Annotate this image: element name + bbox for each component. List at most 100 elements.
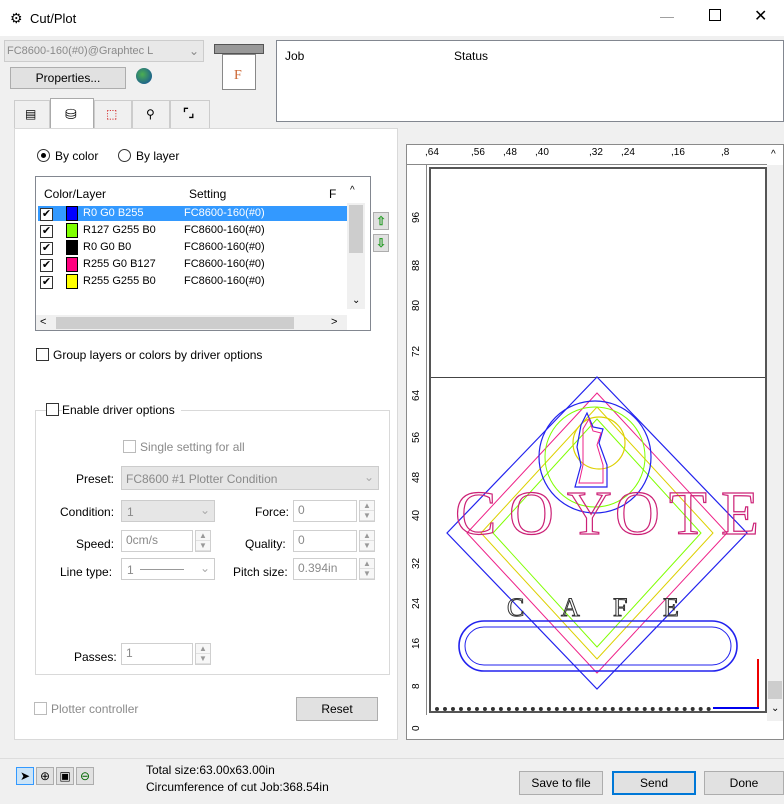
linetype-label: Line type: bbox=[60, 565, 113, 579]
zoom-icon: ⊕ bbox=[39, 769, 51, 783]
list-item[interactable]: ✔ R127 G255 B0 FC8600-160(#0) bbox=[38, 223, 347, 238]
enable-driver-label: Enable driver options bbox=[62, 403, 181, 417]
close-icon[interactable]: ✕ bbox=[754, 6, 767, 26]
move-down-icon: ⇩ bbox=[375, 236, 387, 250]
logo-letter: C bbox=[454, 479, 497, 548]
row-checkbox[interactable]: ✔ bbox=[40, 259, 53, 272]
vertical-scrollbar[interactable]: ⌄ bbox=[347, 203, 365, 309]
bottom-dotted-edge bbox=[435, 707, 711, 711]
tab-frame[interactable]: ⌜⌟ bbox=[170, 100, 210, 128]
circumference-text: Circumference of cut Job:368.54in bbox=[146, 780, 329, 794]
fit-tool-button[interactable]: ▣ bbox=[56, 767, 74, 785]
scroll-up-icon[interactable]: ^ bbox=[350, 185, 355, 196]
scroll-right-icon[interactable]: > bbox=[331, 316, 337, 328]
pointer-tool-button[interactable]: ➤ bbox=[16, 767, 34, 785]
list-item[interactable]: ✔ R255 G255 B0 FC8600-160(#0) bbox=[38, 274, 347, 289]
done-button[interactable]: Done bbox=[704, 771, 784, 795]
job-list[interactable]: Job Status bbox=[276, 40, 784, 122]
save-to-file-button[interactable]: Save to file bbox=[519, 771, 603, 795]
scroll-down-icon[interactable]: ⌄ bbox=[352, 295, 360, 306]
pitch-spinner[interactable]: ▲ ▼ bbox=[359, 558, 375, 580]
maximize-icon[interactable] bbox=[709, 9, 721, 21]
cut-plot-icon: ⚙ bbox=[10, 10, 23, 26]
logo-letter: T bbox=[668, 479, 707, 548]
list-item[interactable]: ✔ R0 G0 B255 FC8600-160(#0) bbox=[38, 206, 347, 221]
tab-tiling[interactable]: ⬚ bbox=[94, 100, 132, 128]
job-column-header[interactable]: Job bbox=[285, 49, 304, 63]
row-checkbox[interactable]: ✔ bbox=[40, 276, 53, 289]
properties-button[interactable]: Properties... bbox=[10, 67, 126, 89]
fit-icon: ▣ bbox=[59, 769, 71, 783]
move-up-button[interactable]: ⇧ bbox=[373, 212, 389, 230]
enable-driver-checkbox[interactable] bbox=[46, 403, 59, 416]
pitch-input[interactable]: 0.394in bbox=[293, 558, 357, 580]
speed-input[interactable]: 0cm/s bbox=[121, 530, 193, 552]
footer-divider bbox=[0, 758, 784, 759]
quality-spinner[interactable]: ▲ ▼ bbox=[359, 530, 375, 552]
by-layer-label: By layer bbox=[136, 149, 180, 163]
color-layer-header[interactable]: Color/Layer bbox=[44, 187, 106, 201]
single-setting-label: Single setting for all bbox=[140, 440, 245, 454]
tiling-tab-icon: ⬚ bbox=[106, 107, 118, 121]
row-checkbox[interactable]: ✔ bbox=[40, 208, 53, 221]
passes-input[interactable]: 1 bbox=[121, 643, 193, 665]
status-column-header[interactable]: Status bbox=[454, 49, 488, 63]
preview-scroll-up-icon[interactable]: ^ bbox=[771, 149, 776, 160]
group-label: Group layers or colors by driver options bbox=[53, 348, 263, 362]
tab-general[interactable]: ▤ bbox=[14, 100, 50, 128]
logo-letter: A bbox=[561, 593, 581, 623]
preset-label: Preset: bbox=[76, 472, 115, 486]
origin-y-axis bbox=[757, 659, 759, 709]
pointer-icon: ➤ bbox=[19, 769, 31, 783]
media-canvas[interactable]: C O Y O T E C A F E bbox=[429, 167, 767, 713]
row-checkbox[interactable]: ✔ bbox=[40, 242, 53, 255]
window-title: Cut/Plot bbox=[30, 11, 77, 26]
scroll-left-icon[interactable]: < bbox=[40, 316, 46, 328]
list-item[interactable]: ✔ R255 G0 B127 FC8600-160(#0) bbox=[38, 257, 347, 272]
force-label: Force: bbox=[255, 505, 290, 519]
chevron-down-icon: ⌄ bbox=[189, 44, 200, 58]
by-color-radio[interactable] bbox=[37, 149, 50, 162]
chevron-down-icon: ⌄ bbox=[364, 470, 375, 484]
tab-strip: ▤ ⛁ ⬚ ⚲ ⌜⌟ bbox=[14, 98, 254, 130]
frame-tab-icon: ⌜⌟ bbox=[183, 106, 195, 120]
linetype-select[interactable]: 1 ⌄ bbox=[121, 558, 215, 580]
group-checkbox[interactable] bbox=[36, 348, 49, 361]
quality-input[interactable]: 0 bbox=[293, 530, 357, 552]
force-spinner[interactable]: ▲ ▼ bbox=[359, 500, 375, 522]
title-bar: ⚙ Cut/Plot — ✕ bbox=[0, 0, 784, 36]
list-item[interactable]: ✔ R0 G0 B0 FC8600-160(#0) bbox=[38, 240, 347, 255]
color-swatch bbox=[66, 240, 78, 255]
plotter-image: F bbox=[214, 40, 264, 92]
passes-spinner[interactable]: ▲ ▼ bbox=[195, 643, 211, 665]
by-layer-radio[interactable] bbox=[118, 149, 131, 162]
horizontal-scrollbar[interactable]: < > bbox=[36, 315, 347, 330]
zoom-tool-button[interactable]: ⊕ bbox=[36, 767, 54, 785]
f-header[interactable]: F bbox=[329, 187, 336, 201]
minimize-icon[interactable]: — bbox=[660, 8, 674, 24]
tab-layers[interactable]: ⛁ bbox=[50, 98, 94, 130]
reset-button[interactable]: Reset bbox=[296, 697, 378, 721]
condition-select[interactable]: 1 ⌄ bbox=[121, 500, 215, 522]
color-swatch bbox=[66, 274, 78, 289]
send-button[interactable]: Send bbox=[612, 771, 696, 795]
passes-label: Passes: bbox=[74, 650, 117, 664]
preview-scroll-down-icon[interactable]: ⌄ bbox=[771, 703, 779, 714]
general-tab-icon: ▤ bbox=[25, 107, 37, 121]
preview-vertical-scrollbar[interactable]: ⌄ bbox=[767, 165, 783, 721]
single-setting-checkbox[interactable] bbox=[123, 440, 136, 453]
setting-header[interactable]: Setting bbox=[189, 187, 226, 201]
force-input[interactable]: 0 bbox=[293, 500, 357, 522]
preset-select[interactable]: FC8600 #1 Plotter Condition ⌄ bbox=[121, 466, 379, 490]
speed-label: Speed: bbox=[76, 537, 115, 551]
plotter-controller-checkbox[interactable] bbox=[34, 702, 47, 715]
speed-spinner[interactable]: ▲ ▼ bbox=[195, 530, 211, 552]
move-down-button[interactable]: ⇩ bbox=[373, 234, 389, 252]
device-select[interactable]: FC8600-160(#0)@Graphtec L ⌄ bbox=[4, 40, 204, 62]
layers-tab-icon: ⛁ bbox=[65, 106, 77, 122]
row-checkbox[interactable]: ✔ bbox=[40, 225, 53, 238]
logo-letter: C bbox=[506, 593, 525, 623]
zoom-out-tool-button[interactable]: ⊖ bbox=[76, 767, 94, 785]
plotter-controller-label: Plotter controller bbox=[51, 702, 139, 716]
tab-tool[interactable]: ⚲ bbox=[132, 100, 170, 128]
